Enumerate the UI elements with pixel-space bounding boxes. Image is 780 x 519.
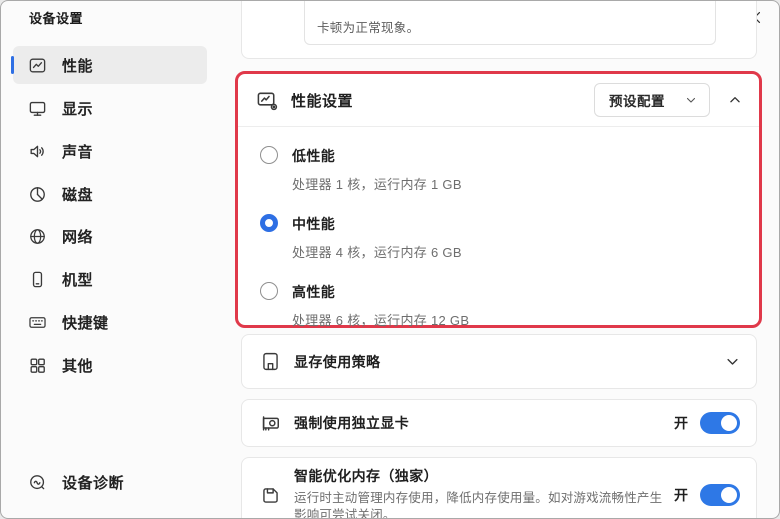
vram-strategy-card[interactable]: 显存使用策略 xyxy=(241,334,757,389)
memory-toggle-on[interactable] xyxy=(700,484,740,506)
sidebar-item-label: 快捷键 xyxy=(62,312,109,333)
diagnostics-icon xyxy=(28,473,47,492)
sidebar: 性能 显示 声音 磁盘 网络 xyxy=(1,1,231,519)
sidebar-item-label: 磁盘 xyxy=(62,184,93,205)
keyboard-icon xyxy=(28,313,47,332)
disk-icon xyxy=(28,185,47,204)
sound-icon xyxy=(28,142,47,161)
sidebar-item-label: 网络 xyxy=(62,226,93,247)
sidebar-item-label: 显示 xyxy=(62,98,93,119)
radio-checked[interactable] xyxy=(260,214,278,232)
grid-icon xyxy=(28,356,47,375)
network-icon xyxy=(28,227,47,246)
notice-box: 卡顿为正常现象。 xyxy=(304,1,716,45)
gpu-toggle-on[interactable] xyxy=(700,412,740,434)
vram-icon xyxy=(259,351,281,373)
section-title: 性能设置 xyxy=(291,90,353,111)
option-description: 处理器 1 核，运行内存 1 GB xyxy=(292,174,462,193)
performance-settings-icon xyxy=(255,88,279,112)
preset-config-label: 预设配置 xyxy=(609,90,665,110)
memory-save-icon xyxy=(259,484,281,506)
performance-settings-header[interactable]: 性能设置 预设配置 xyxy=(238,74,759,126)
toggle-state-label: 开 xyxy=(674,413,688,433)
card-title: 强制使用独立显卡 xyxy=(294,413,409,433)
sidebar-item-label: 设备诊断 xyxy=(62,472,124,493)
collapse-section-button[interactable] xyxy=(725,90,745,110)
option-description: 处理器 6 核，运行内存 12 GB xyxy=(292,310,469,329)
active-indicator xyxy=(11,56,14,74)
sidebar-item-shortcuts[interactable]: 快捷键 xyxy=(13,303,207,341)
chevron-up-icon xyxy=(728,93,742,107)
toggle-knob xyxy=(721,415,737,431)
sidebar-item-network[interactable]: 网络 xyxy=(13,217,207,255)
radio-unchecked[interactable] xyxy=(260,282,278,300)
display-icon xyxy=(28,99,47,118)
sidebar-item-display[interactable]: 显示 xyxy=(13,89,207,127)
content-area: 卡顿为正常现象。 性能设置 预设配置 xyxy=(231,1,779,518)
gpu-icon xyxy=(259,412,281,434)
preset-config-dropdown[interactable]: 预设配置 xyxy=(594,83,710,117)
sidebar-item-device-model[interactable]: 机型 xyxy=(13,260,207,298)
performance-settings-section: 性能设置 预设配置 低性能 xyxy=(235,71,762,328)
option-high-performance[interactable]: 高性能 处理器 6 核，运行内存 12 GB xyxy=(238,272,759,340)
sidebar-item-performance[interactable]: 性能 xyxy=(13,46,207,84)
option-medium-performance[interactable]: 中性能 处理器 4 核，运行内存 6 GB xyxy=(238,204,759,272)
option-description: 处理器 4 核，运行内存 6 GB xyxy=(292,242,462,261)
sidebar-item-label: 性能 xyxy=(62,55,93,76)
toggle-knob xyxy=(721,487,737,503)
sidebar-item-label: 声音 xyxy=(62,141,93,162)
option-low-performance[interactable]: 低性能 处理器 1 核，运行内存 1 GB xyxy=(238,136,759,204)
notice-text: 卡顿为正常现象。 xyxy=(317,17,419,36)
option-label: 低性能 xyxy=(292,146,462,166)
sidebar-item-diagnostics[interactable]: 设备诊断 xyxy=(13,463,207,501)
card-description: 运行时主动管理内存使用，降低内存使用量。如对游戏流畅性产生影响可尝试关闭。 xyxy=(294,490,664,518)
smart-memory-card: 智能优化内存（独家） 运行时主动管理内存使用，降低内存使用量。如对游戏流畅性产生… xyxy=(241,457,757,518)
device-settings-window: 设备设置 性能 显示 声音 xyxy=(0,0,780,519)
device-model-icon xyxy=(28,270,47,289)
sidebar-item-label: 机型 xyxy=(62,269,93,290)
sidebar-item-disk[interactable]: 磁盘 xyxy=(13,175,207,213)
card-title: 智能优化内存（独家） xyxy=(294,466,664,486)
option-label: 高性能 xyxy=(292,282,469,302)
performance-icon xyxy=(28,56,47,75)
notice-card: 卡顿为正常现象。 xyxy=(241,1,757,59)
sidebar-item-sound[interactable]: 声音 xyxy=(13,132,207,170)
toggle-state-label: 开 xyxy=(674,485,688,505)
chevron-down-icon[interactable] xyxy=(725,354,740,369)
chevron-down-icon xyxy=(685,94,697,106)
force-gpu-card: 强制使用独立显卡 开 xyxy=(241,399,757,447)
sidebar-item-others[interactable]: 其他 xyxy=(13,346,207,384)
sidebar-item-label: 其他 xyxy=(62,355,93,376)
radio-unchecked[interactable] xyxy=(260,146,278,164)
performance-options: 低性能 处理器 1 核，运行内存 1 GB 中性能 处理器 4 核，运行内存 6… xyxy=(238,127,759,340)
card-title: 显存使用策略 xyxy=(294,352,380,372)
option-label: 中性能 xyxy=(292,214,462,234)
